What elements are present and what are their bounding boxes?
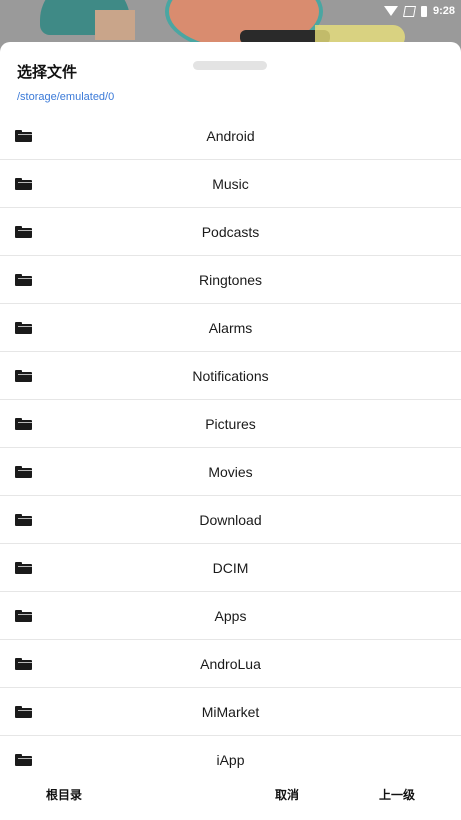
- wifi-icon: [383, 6, 398, 16]
- list-item-label: Pictures: [205, 415, 256, 432]
- list-item-label: Podcasts: [201, 223, 260, 240]
- list-item[interactable]: Pictures: [0, 400, 461, 448]
- list-item-label: Movies: [208, 463, 253, 480]
- list-item-label: Music: [212, 175, 249, 192]
- folder-icon: [15, 226, 32, 238]
- status-bar: 9:28: [383, 2, 455, 20]
- battery-icon: [420, 5, 427, 17]
- folder-icon: [15, 610, 32, 622]
- list-item-label: Notifications: [192, 367, 269, 384]
- list-item[interactable]: Ringtones: [0, 256, 461, 304]
- list-item[interactable]: Music: [0, 160, 461, 208]
- list-item-label: Apps: [214, 607, 247, 624]
- current-path[interactable]: /storage/emulated/0: [17, 91, 114, 103]
- dialog-title: 选择文件: [17, 64, 78, 81]
- list-item-label: Android: [206, 127, 255, 144]
- folder-icon: [15, 466, 32, 478]
- folder-icon: [15, 130, 32, 142]
- root-directory-button[interactable]: 根目录: [46, 786, 82, 803]
- parent-directory-button[interactable]: 上一级: [379, 786, 415, 803]
- list-item-label: MiMarket: [201, 703, 260, 720]
- folder-icon: [15, 370, 32, 382]
- folder-icon: [15, 754, 32, 766]
- drag-handle[interactable]: [193, 61, 267, 70]
- list-item[interactable]: AndroLua: [0, 640, 461, 688]
- folder-icon: [15, 514, 32, 526]
- list-item[interactable]: Download: [0, 496, 461, 544]
- list-item[interactable]: Apps: [0, 592, 461, 640]
- folder-icon: [15, 322, 32, 334]
- status-time: 9:28: [432, 5, 455, 17]
- list-item[interactable]: MiMarket: [0, 688, 461, 736]
- list-item-label: AndroLua: [200, 655, 261, 672]
- dialog-actions: 根目录 取消 上一级: [0, 782, 461, 820]
- folder-icon: [15, 658, 32, 670]
- list-item[interactable]: DCIM: [0, 544, 461, 592]
- no-sim-icon: [402, 5, 416, 17]
- folder-icon: [15, 706, 32, 718]
- folder-icon: [15, 274, 32, 286]
- list-item[interactable]: Android: [0, 112, 461, 160]
- list-item-label: Download: [199, 511, 262, 528]
- folder-list: Android Music Podcasts Ringtones Alarms …: [0, 112, 461, 782]
- file-picker-dialog: 选择文件 /storage/emulated/0 Android Music P…: [0, 42, 461, 820]
- list-item[interactable]: iApp: [0, 736, 461, 782]
- list-item-label: iApp: [216, 751, 245, 768]
- folder-icon: [15, 178, 32, 190]
- folder-icon: [15, 418, 32, 430]
- list-item-label: DCIM: [212, 559, 249, 576]
- list-item[interactable]: Movies: [0, 448, 461, 496]
- list-item-label: Alarms: [208, 319, 253, 336]
- folder-icon: [15, 562, 32, 574]
- list-item[interactable]: Notifications: [0, 352, 461, 400]
- list-item[interactable]: Alarms: [0, 304, 461, 352]
- cancel-button[interactable]: 取消: [275, 786, 299, 803]
- list-item-label: Ringtones: [198, 271, 263, 288]
- list-item[interactable]: Podcasts: [0, 208, 461, 256]
